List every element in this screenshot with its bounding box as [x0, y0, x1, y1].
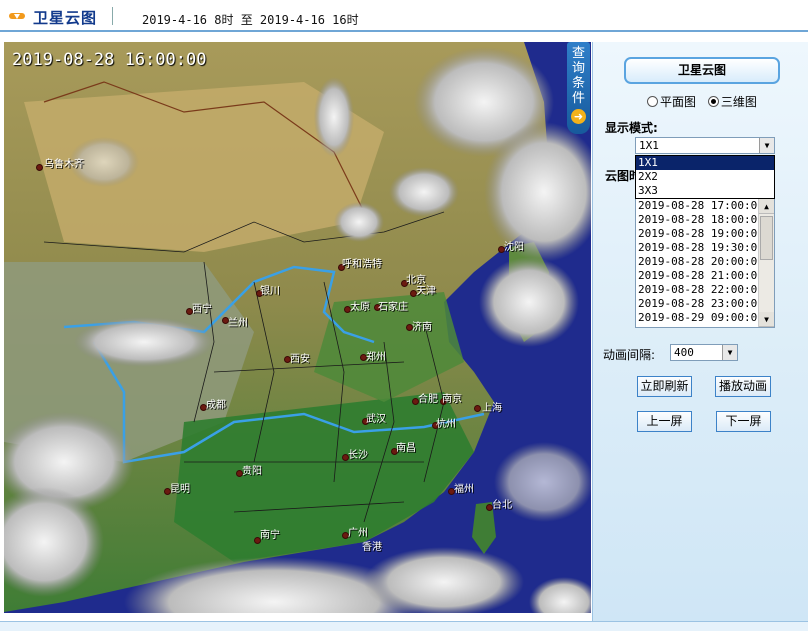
city-label: 乌鲁木齐 — [44, 159, 84, 170]
list-item[interactable]: 2019-08-28 21:00:00 — [636, 269, 774, 283]
select-value: 400 — [674, 346, 694, 359]
chevron-down-icon[interactable]: ▼ — [722, 345, 737, 360]
arrow-right-icon[interactable]: ➜ — [571, 109, 586, 124]
header-bar: 卫星云图 2019-4-16 8时 至 2019-4-16 16时 — [0, 0, 808, 32]
display-mode-label: 显示模式: — [605, 121, 658, 135]
interval-select[interactable]: 400 ▼ — [670, 344, 738, 361]
chevron-down-icon[interactable]: ▼ — [759, 138, 774, 153]
dropdown-option[interactable]: 3X3 — [636, 184, 774, 198]
map-timestamp: 2019-08-28 16:00:00 — [12, 50, 207, 70]
dropdown-option[interactable]: 1X1 — [636, 156, 774, 170]
city-label: 天津 — [416, 286, 436, 297]
city-label: 南京 — [442, 394, 462, 405]
divider — [112, 7, 113, 25]
prev-screen-button[interactable]: 上一屏 — [637, 411, 692, 432]
panel-title: 卫星云图 — [624, 57, 780, 84]
city-label: 南昌 — [396, 443, 416, 454]
tab-char: 条 — [571, 76, 585, 91]
refresh-button[interactable]: 立即刷新 — [637, 376, 692, 397]
city-label: 郑州 — [366, 352, 386, 363]
list-item[interactable]: 2019-08-28 19:00:00 — [636, 227, 774, 241]
radio-button[interactable] — [647, 96, 658, 107]
city-label: 济南 — [412, 322, 432, 333]
time-range: 2019-4-16 8时 至 2019-4-16 16时 — [142, 13, 359, 27]
query-conditions-tab[interactable]: 查 询 条 件 ➜ — [567, 42, 590, 134]
tab-char: 查 — [571, 46, 585, 61]
city-label: 兰州 — [228, 318, 248, 329]
arrow-down-icon — [9, 13, 25, 19]
radio-label: 三维图 — [720, 95, 757, 109]
list-item[interactable]: 2019-08-28 17:00:00 — [636, 199, 774, 213]
city-label: 西宁 — [192, 304, 212, 315]
city-dot — [36, 164, 43, 171]
display-mode-dropdown[interactable]: 1X1 2X2 3X3 — [635, 155, 775, 199]
city-label: 福州 — [454, 484, 474, 495]
city-label: 成都 — [206, 400, 226, 411]
select-value: 1X1 — [639, 139, 659, 152]
radio-button[interactable] — [707, 96, 719, 107]
city-label: 南宁 — [260, 530, 280, 541]
city-label: 太原 — [350, 302, 370, 313]
city-label: 台北 — [492, 500, 512, 511]
city-label: 武汉 — [366, 414, 386, 425]
list-item[interactable]: 2019-08-28 22:00:00 — [636, 283, 774, 297]
display-mode-select[interactable]: 1X1 ▼ — [635, 137, 775, 154]
radio-3d[interactable]: 三维图 — [707, 93, 757, 110]
tab-char: 件 — [571, 91, 585, 106]
city-label: 沈阳 — [504, 242, 524, 253]
interval-label: 动画间隔: — [603, 348, 656, 362]
list-item[interactable]: 2019-08-28 18:00:00 — [636, 213, 774, 227]
city-label: 银川 — [260, 286, 280, 297]
list-item[interactable]: 2019-08-28 20:00:00 — [636, 255, 774, 269]
city-label: 昆明 — [170, 484, 190, 495]
page-title: 卫星云图 — [33, 9, 98, 27]
city-label: 长沙 — [348, 450, 368, 461]
city-label: 杭州 — [436, 419, 456, 430]
radio-label: 平面图 — [660, 95, 697, 109]
bottom-bar — [0, 621, 808, 631]
scrollbar[interactable]: ▲ ▼ — [758, 199, 774, 327]
city-label: 香港 — [362, 542, 382, 553]
city-label: 呼和浩特 — [342, 259, 382, 270]
control-panel: 卫星云图 平面图 三维图 显示模式: 1X1 ▼ 1X1 2X2 3X3 云图时… — [592, 42, 808, 621]
city-label: 广州 — [348, 528, 368, 539]
radio-2d[interactable]: 平面图 — [647, 93, 696, 110]
map-graphic — [4, 42, 591, 613]
scroll-down-icon[interactable]: ▼ — [759, 312, 774, 327]
play-animation-button[interactable]: 播放动画 — [715, 376, 771, 397]
city-dot — [474, 405, 481, 412]
city-label: 贵阳 — [242, 466, 262, 477]
time-listbox[interactable]: 2019-08-28 17:00:00 2019-08-28 18:00:00 … — [635, 198, 775, 328]
city-label: 上海 — [482, 403, 502, 414]
satellite-map[interactable]: 2019-08-28 16:00:00 乌鲁木齐 沈阳 呼和浩特 北京 天津 银… — [4, 42, 591, 613]
city-label: 合肥 — [418, 394, 438, 405]
list-item[interactable]: 2019-08-28 19:30:00 — [636, 241, 774, 255]
dropdown-option[interactable]: 2X2 — [636, 170, 774, 184]
list-item[interactable]: 2019-08-29 09:00:00 — [636, 311, 774, 325]
city-label: 西安 — [290, 354, 310, 365]
scroll-thumb[interactable] — [760, 216, 773, 260]
view-mode-radios: 平面图 三维图 — [647, 93, 765, 110]
city-label: 石家庄 — [378, 302, 408, 313]
list-item[interactable]: 2019-08-28 23:00:00 — [636, 297, 774, 311]
scroll-up-icon[interactable]: ▲ — [759, 199, 774, 214]
next-screen-button[interactable]: 下一屏 — [716, 411, 771, 432]
tab-char: 询 — [571, 61, 585, 76]
